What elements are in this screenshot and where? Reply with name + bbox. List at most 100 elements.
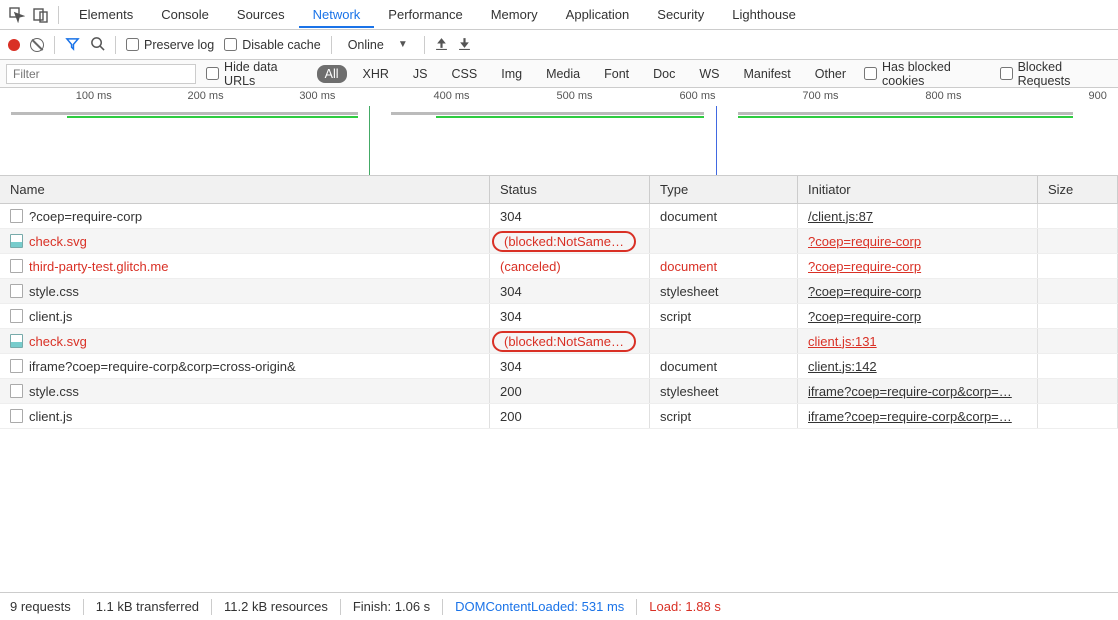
tab-security[interactable]: Security bbox=[643, 1, 718, 28]
initiator-link[interactable]: client.js:142 bbox=[808, 359, 877, 374]
inspect-icon[interactable] bbox=[6, 4, 28, 26]
table-row[interactable]: client.js200scriptiframe?coep=require-co… bbox=[0, 404, 1118, 429]
filter-input[interactable] bbox=[6, 64, 196, 84]
cell-initiator: client.js:142 bbox=[798, 354, 1038, 378]
filter-type-ws[interactable]: WS bbox=[691, 65, 727, 83]
blocked-requests-checkbox[interactable]: Blocked Requests bbox=[1000, 60, 1112, 88]
table-row[interactable]: third-party-test.glitch.me(canceled)docu… bbox=[0, 254, 1118, 279]
tab-elements[interactable]: Elements bbox=[65, 1, 147, 28]
initiator-link[interactable]: ?coep=require-corp bbox=[808, 259, 921, 274]
document-file-icon bbox=[10, 409, 23, 423]
filter-type-manifest[interactable]: Manifest bbox=[736, 65, 799, 83]
has-blocked-cookies-checkbox[interactable]: Has blocked cookies bbox=[864, 60, 990, 88]
tab-console[interactable]: Console bbox=[147, 1, 223, 28]
timeline-overview[interactable]: 100 ms200 ms300 ms400 ms500 ms600 ms700 … bbox=[0, 88, 1118, 176]
initiator-link[interactable]: /client.js:87 bbox=[808, 209, 873, 224]
initiator-link[interactable]: iframe?coep=require-corp&corp=… bbox=[808, 384, 1012, 399]
filter-type-all[interactable]: All bbox=[317, 65, 347, 83]
has-blocked-cookies-label: Has blocked cookies bbox=[882, 60, 990, 88]
cell-initiator: iframe?coep=require-corp&corp=… bbox=[798, 379, 1038, 403]
upload-har-icon[interactable] bbox=[435, 37, 448, 53]
filter-type-js[interactable]: JS bbox=[405, 65, 436, 83]
initiator-link[interactable]: iframe?coep=require-corp&corp=… bbox=[808, 409, 1012, 424]
filter-toggle-icon[interactable] bbox=[65, 36, 80, 54]
divider bbox=[54, 36, 55, 54]
cell-type: document bbox=[650, 354, 798, 378]
initiator-link[interactable]: ?coep=require-corp bbox=[808, 309, 921, 324]
chevron-down-icon: ▼ bbox=[398, 39, 408, 50]
cell-size bbox=[1038, 254, 1118, 278]
initiator-link[interactable]: ?coep=require-corp bbox=[808, 234, 921, 249]
preserve-log-checkbox[interactable]: Preserve log bbox=[126, 38, 214, 52]
table-row[interactable]: client.js304script?coep=require-corp bbox=[0, 304, 1118, 329]
table-row[interactable]: style.css304stylesheet?coep=require-corp bbox=[0, 279, 1118, 304]
record-button[interactable] bbox=[8, 39, 20, 51]
disable-cache-checkbox[interactable]: Disable cache bbox=[224, 38, 321, 52]
search-icon[interactable] bbox=[90, 36, 105, 54]
cell-name: iframe?coep=require-corp&corp=cross-orig… bbox=[0, 354, 490, 378]
cell-type: stylesheet bbox=[650, 279, 798, 303]
col-status[interactable]: Status bbox=[490, 176, 650, 203]
timeline-tick: 500 ms bbox=[556, 90, 592, 102]
table-header: Name Status Type Initiator Size bbox=[0, 176, 1118, 204]
document-file-icon bbox=[10, 359, 23, 373]
hide-data-urls-checkbox[interactable]: Hide data URLs bbox=[206, 60, 307, 88]
divider bbox=[331, 36, 332, 54]
cell-initiator: ?coep=require-corp bbox=[798, 304, 1038, 328]
filter-type-media[interactable]: Media bbox=[538, 65, 588, 83]
table-row[interactable]: check.svg(blocked:NotSame…client.js:131 bbox=[0, 329, 1118, 354]
cell-type bbox=[650, 229, 798, 253]
filter-type-other[interactable]: Other bbox=[807, 65, 854, 83]
cell-status: (canceled) bbox=[490, 254, 650, 278]
tab-application[interactable]: Application bbox=[552, 1, 644, 28]
blocked-requests-label: Blocked Requests bbox=[1018, 60, 1112, 88]
table-row[interactable]: iframe?coep=require-corp&corp=cross-orig… bbox=[0, 354, 1118, 379]
divider bbox=[424, 36, 425, 54]
initiator-link[interactable]: client.js:131 bbox=[808, 334, 877, 349]
divider bbox=[83, 599, 84, 615]
tab-lighthouse[interactable]: Lighthouse bbox=[718, 1, 810, 28]
filter-type-font[interactable]: Font bbox=[596, 65, 637, 83]
cell-status: (blocked:NotSame… bbox=[490, 329, 650, 353]
cell-size bbox=[1038, 229, 1118, 253]
status-load: Load: 1.88 s bbox=[649, 599, 721, 614]
col-initiator[interactable]: Initiator bbox=[798, 176, 1038, 203]
cell-size bbox=[1038, 354, 1118, 378]
device-toggle-icon[interactable] bbox=[30, 4, 52, 26]
throttling-select[interactable]: Online ▼ bbox=[342, 36, 414, 54]
tab-sources[interactable]: Sources bbox=[223, 1, 299, 28]
cell-status: 200 bbox=[490, 404, 650, 428]
table-row[interactable]: check.svg(blocked:NotSame…?coep=require-… bbox=[0, 229, 1118, 254]
disable-cache-label: Disable cache bbox=[242, 38, 321, 52]
initiator-link[interactable]: ?coep=require-corp bbox=[808, 284, 921, 299]
devtools-tabbar: ElementsConsoleSourcesNetworkPerformance… bbox=[0, 0, 1118, 30]
tab-network[interactable]: Network bbox=[299, 1, 375, 28]
filter-type-css[interactable]: CSS bbox=[444, 65, 486, 83]
filter-type-img[interactable]: Img bbox=[493, 65, 530, 83]
tab-memory[interactable]: Memory bbox=[477, 1, 552, 28]
network-toolbar: Preserve log Disable cache Online ▼ bbox=[0, 30, 1118, 60]
requests-table: Name Status Type Initiator Size ?coep=re… bbox=[0, 176, 1118, 592]
cell-initiator: iframe?coep=require-corp&corp=… bbox=[798, 404, 1038, 428]
cell-initiator: ?coep=require-corp bbox=[798, 254, 1038, 278]
col-name[interactable]: Name bbox=[0, 176, 490, 203]
tab-performance[interactable]: Performance bbox=[374, 1, 476, 28]
cell-type bbox=[650, 329, 798, 353]
preserve-log-label: Preserve log bbox=[144, 38, 214, 52]
cell-status: 200 bbox=[490, 379, 650, 403]
col-size[interactable]: Size bbox=[1038, 176, 1118, 203]
download-har-icon[interactable] bbox=[458, 37, 471, 53]
cell-name: client.js bbox=[0, 404, 490, 428]
col-type[interactable]: Type bbox=[650, 176, 798, 203]
cell-size bbox=[1038, 404, 1118, 428]
document-file-icon bbox=[10, 284, 23, 298]
timeline-tick: 800 ms bbox=[925, 90, 961, 102]
table-row[interactable]: ?coep=require-corp304document/client.js:… bbox=[0, 204, 1118, 229]
filter-type-doc[interactable]: Doc bbox=[645, 65, 683, 83]
table-row[interactable]: style.css200stylesheetiframe?coep=requir… bbox=[0, 379, 1118, 404]
status-dcl: DOMContentLoaded: 531 ms bbox=[455, 599, 624, 614]
filter-type-xhr[interactable]: XHR bbox=[355, 65, 397, 83]
cell-name: style.css bbox=[0, 379, 490, 403]
cell-initiator: /client.js:87 bbox=[798, 204, 1038, 228]
clear-icon[interactable] bbox=[30, 38, 44, 52]
